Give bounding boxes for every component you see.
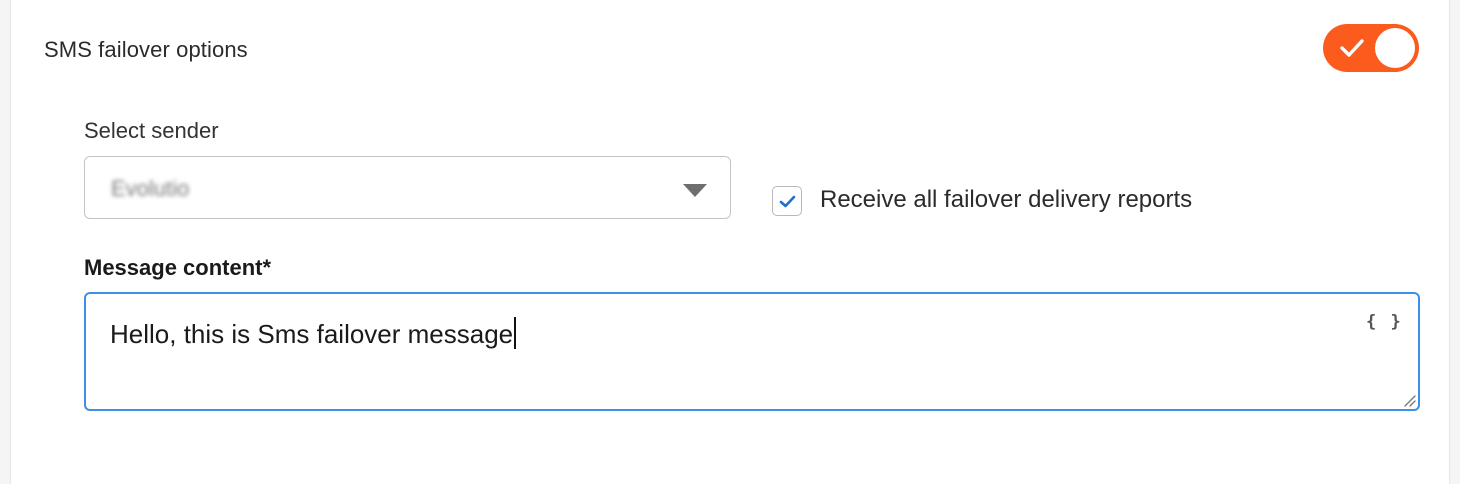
resize-handle-icon[interactable] — [1402, 393, 1416, 407]
toggle-knob — [1375, 28, 1415, 68]
section-header: SMS failover options — [11, 0, 1449, 100]
sms-failover-panel: SMS failover options Select sender Evolu… — [10, 0, 1450, 484]
message-content-textarea[interactable]: Hello, this is Sms failover message { } — [84, 292, 1420, 411]
sender-select[interactable]: Evolutio — [84, 156, 731, 219]
sender-select-value: Evolutio — [111, 176, 190, 201]
check-icon — [1340, 39, 1364, 57]
delivery-reports-checkbox[interactable] — [772, 186, 802, 216]
sms-failover-toggle[interactable] — [1323, 24, 1419, 72]
message-content-value: Hello, this is Sms failover message — [110, 319, 514, 349]
message-content-label: Message content* — [84, 255, 272, 280]
chevron-down-icon — [683, 184, 707, 197]
delivery-reports-label: Receive all failover delivery reports — [820, 186, 1193, 213]
braces-icon[interactable]: { } — [1366, 312, 1403, 332]
select-sender-label: Select sender — [84, 118, 219, 143]
message-content-text: Hello, this is Sms failover message — [110, 317, 517, 350]
check-icon — [779, 195, 796, 208]
text-caret — [514, 317, 517, 349]
section-title: SMS failover options — [44, 37, 248, 62]
